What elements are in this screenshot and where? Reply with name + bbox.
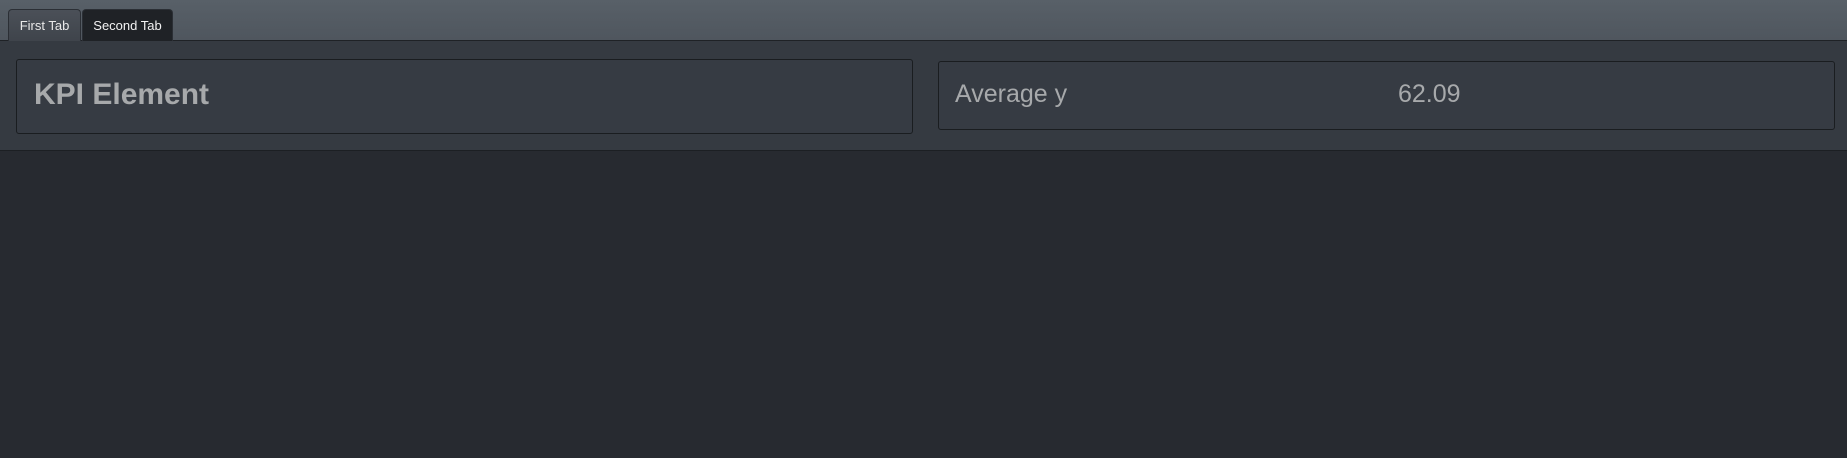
title-card: KPI Element [16, 59, 913, 134]
tab-first[interactable]: First Tab [8, 9, 81, 41]
kpi-row: KPI Element Average y 62.09 [0, 41, 1847, 151]
kpi-card: Average y 62.09 [938, 61, 1835, 130]
dashboard-app: First Tab Second Tab KPI Element Average… [0, 0, 1847, 458]
kpi-value: 62.09 [1398, 80, 1461, 108]
empty-content-area [0, 151, 1847, 458]
tab-bar: First Tab Second Tab [0, 0, 1847, 41]
kpi-label: Average y [955, 80, 1068, 108]
page-title: KPI Element [34, 78, 210, 111]
tab-second[interactable]: Second Tab [82, 9, 173, 41]
